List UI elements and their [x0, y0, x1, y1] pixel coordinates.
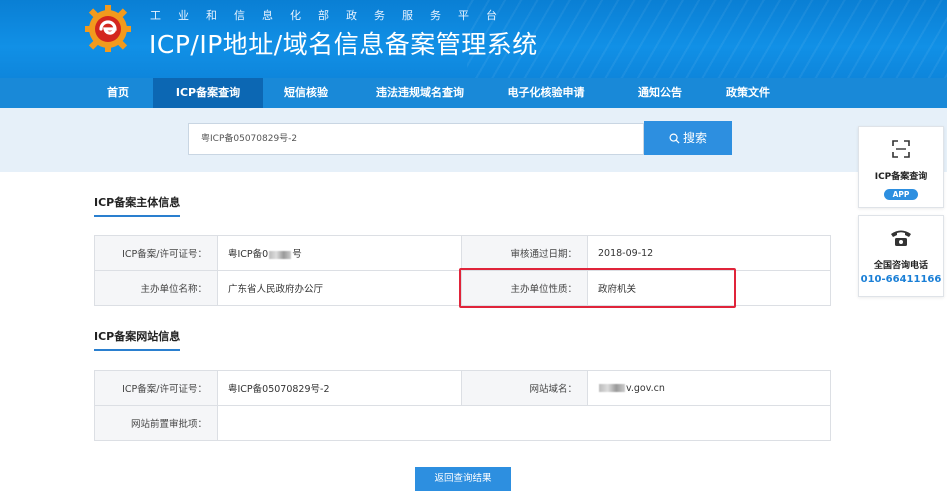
approval-date-label: 审核通过日期： [461, 235, 588, 271]
license-label: ICP备案/许可证号： [94, 235, 218, 271]
nav-item-icp-query[interactable]: ICP备案查询 [153, 78, 263, 108]
sponsor-name-value: 广东省人民政府办公厅 [217, 270, 462, 306]
subject-section-title: ICP备案主体信息 [94, 194, 181, 217]
nav-item-sms-verify[interactable]: 短信核验 [270, 78, 342, 108]
header-decoration [467, 0, 947, 78]
website-section-title: ICP备案网站信息 [94, 328, 181, 351]
header-subtitle: 工业和信息化部政务服务平台 [150, 9, 514, 22]
app-badge: APP [883, 189, 919, 200]
search-button[interactable]: 搜索 [644, 121, 732, 155]
main-nav: 首页 ICP备案查询 短信核验 违法违规域名查询 电子化核验申请 通知公告 政策… [0, 78, 947, 108]
website-license-label: ICP备案/许可证号： [94, 370, 218, 406]
hotline-number: 010-66411166 [860, 274, 942, 285]
app-query-label: ICP备案查询 [874, 172, 928, 182]
hotline-label: 全国咨询电话 [873, 261, 928, 271]
search-input[interactable]: 粤ICP备05070829号-2 [188, 123, 644, 155]
hotline-card: 全国咨询电话 010-66411166 [858, 215, 944, 297]
approval-date-value: 2018-09-12 [587, 235, 831, 271]
table-row: 网站前置审批项： [94, 405, 831, 441]
scan-icon [892, 140, 910, 158]
search-band: 粤ICP备05070829号-2 搜索 [0, 108, 947, 172]
nav-item-policies[interactable]: 政策文件 [712, 78, 784, 108]
sponsor-name-label: 主办单位名称： [94, 270, 218, 306]
page-title: ICP/IP地址/域名信息备案管理系统 [149, 30, 538, 59]
license-value: 粤ICP备0 号 [217, 235, 462, 271]
nav-item-notices[interactable]: 通知公告 [624, 78, 696, 108]
preapproval-label: 网站前置审批项： [94, 405, 218, 441]
highlight-box [459, 268, 736, 308]
domain-label: 网站域名： [461, 370, 588, 406]
search-icon [669, 133, 680, 144]
site-header: 工业和信息化部政务服务平台 ICP/IP地址/域名信息备案管理系统 [0, 0, 947, 78]
redacted-mark [269, 250, 292, 259]
website-info-table: ICP备案/许可证号： 粤ICP备05070829号-2 网站域名： v.gov… [94, 370, 831, 441]
logo-icon[interactable] [84, 4, 132, 52]
app-query-card[interactable]: ICP备案查询 APP [858, 126, 944, 208]
back-to-results-button[interactable]: 返回查询结果 [415, 467, 511, 491]
domain-value: v.gov.cn [587, 370, 831, 406]
nav-item-home[interactable]: 首页 [92, 78, 144, 108]
search-button-label: 搜索 [682, 131, 707, 145]
phone-icon [891, 230, 911, 246]
nav-item-e-verify[interactable]: 电子化核验申请 [490, 78, 602, 108]
website-license-value: 粤ICP备05070829号-2 [217, 370, 462, 406]
redacted-mark [599, 384, 625, 392]
preapproval-value [217, 405, 831, 441]
nav-item-illegal-domain[interactable]: 违法违规域名查询 [360, 78, 480, 108]
table-row: ICP备案/许可证号： 粤ICP备0 号 审核通过日期： 2018-09-12 [94, 235, 831, 271]
table-row: ICP备案/许可证号： 粤ICP备05070829号-2 网站域名： v.gov… [94, 370, 831, 406]
